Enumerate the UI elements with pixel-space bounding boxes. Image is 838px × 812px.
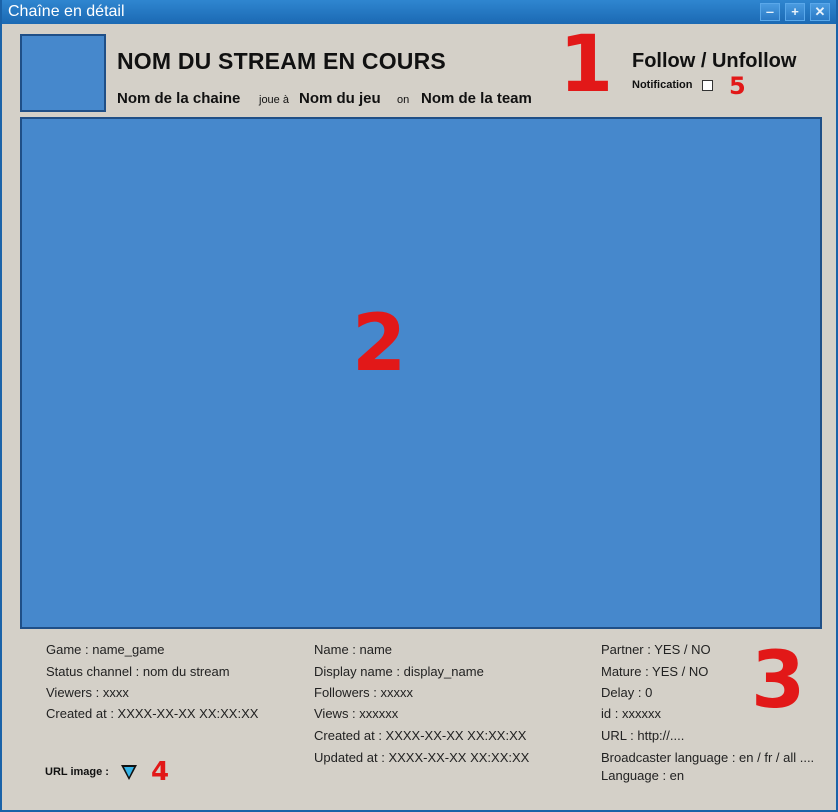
views-info: Views : xxxxxx: [314, 706, 399, 721]
url-image-label: URL image :: [45, 766, 109, 778]
followers-info: Followers : xxxxx: [314, 685, 413, 700]
display-name-info: Display name : display_name: [314, 664, 484, 679]
video-player[interactable]: 2: [20, 117, 822, 629]
minimize-button[interactable]: ‒: [760, 3, 780, 21]
channel-avatar: [20, 34, 106, 112]
broadcaster-language-info: Broadcaster language : en / fr / all ...…: [601, 750, 815, 765]
marker-5: 5: [729, 72, 746, 100]
delay-info: Delay : 0: [601, 685, 653, 700]
team-name[interactable]: Nom de la team: [421, 90, 532, 107]
channel-name[interactable]: Nom de la chaine: [117, 90, 240, 107]
updated-at-info: Updated at : XXXX-XX-XX XX:XX:XX: [314, 750, 530, 765]
on-label: on: [397, 94, 410, 106]
status-channel-info: Status channel : nom du stream: [46, 664, 230, 679]
channel-detail-window: Chaîne en détail ‒ + ✕ NOM DU STREAM EN …: [0, 0, 838, 812]
notification-label: Notification: [632, 79, 693, 91]
close-button[interactable]: ✕: [810, 3, 830, 21]
game-name[interactable]: Nom du jeu: [299, 90, 381, 107]
follow-toggle-button[interactable]: Follow / Unfollow: [632, 50, 796, 73]
notification-checkbox[interactable]: [702, 80, 713, 91]
url-info[interactable]: URL : http://....: [601, 728, 684, 743]
marker-1: 1: [559, 20, 614, 110]
created-at-info: Created at : XXXX-XX-XX XX:XX:XX: [46, 706, 259, 721]
dropdown-arrow-icon[interactable]: [121, 765, 137, 780]
plays-label: joue à: [259, 94, 289, 106]
marker-4: 4: [151, 757, 170, 787]
title-bar[interactable]: Chaîne en détail ‒ + ✕: [2, 0, 836, 24]
channel-created-at-info: Created at : XXXX-XX-XX XX:XX:XX: [314, 728, 527, 743]
marker-3: 3: [751, 636, 806, 726]
language-info: Language : en: [601, 768, 685, 783]
content-area: NOM DU STREAM EN COURS Nom de la chaine …: [4, 24, 834, 808]
id-info: id : xxxxxx: [601, 706, 661, 721]
partner-info: Partner : YES / NO: [601, 642, 711, 657]
marker-2: 2: [352, 299, 407, 389]
stream-title: NOM DU STREAM EN COURS: [117, 48, 446, 74]
game-info: Game : name_game: [46, 642, 165, 657]
viewers-info: Viewers : xxxx: [46, 685, 129, 700]
maximize-button[interactable]: +: [785, 3, 805, 21]
name-info: Name : name: [314, 642, 393, 657]
mature-info: Mature : YES / NO: [601, 664, 709, 679]
window-title: Chaîne en détail: [8, 3, 125, 20]
